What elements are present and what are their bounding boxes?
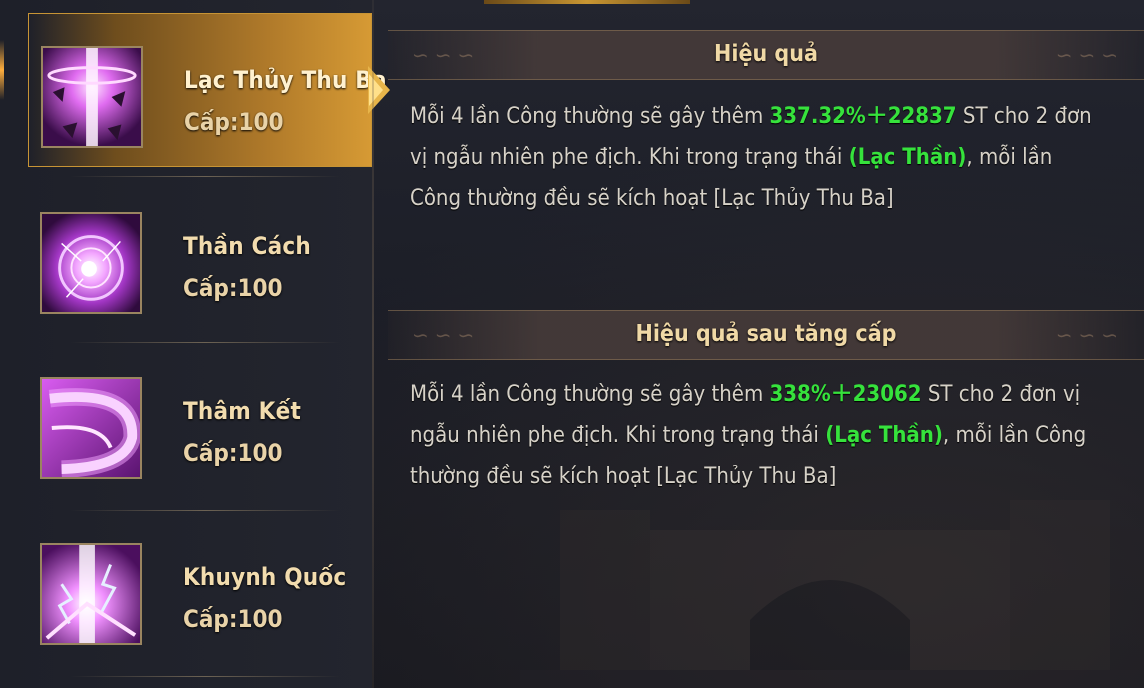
effect-description: Mỗi 4 lần Công thường sẽ gây thêm 337.32… — [410, 96, 1100, 219]
skill-list: Lạc Thủy Thu Ba Cấp:100 Thần Cách Cấp:10… — [0, 0, 387, 688]
lightning-burst-skill-icon — [40, 543, 142, 645]
effect-header: ∽∽∽ Hiệu quả ∽∽∽ — [388, 30, 1144, 80]
skill-name: Lạc Thủy Thu Ba — [184, 66, 387, 94]
effect-value: 337.32%＋22837 — [769, 104, 957, 129]
divider — [70, 176, 340, 177]
skill-item-tham-ket[interactable]: Thâm Kết Cấp:100 — [28, 345, 370, 497]
skill-level: Cấp:100 — [184, 108, 284, 136]
cloud-ornament-icon: ∽∽∽ — [1055, 323, 1124, 347]
upgrade-effect-header: ∽∽∽ Hiệu quả sau tăng cấp ∽∽∽ — [388, 310, 1144, 360]
divider — [70, 676, 340, 677]
skill-level: Cấp:100 — [183, 605, 283, 633]
top-ornament — [484, 0, 690, 4]
crescent-slash-skill-icon — [40, 377, 142, 479]
water-wave-skill-icon — [41, 46, 143, 148]
effect-text: Mỗi 4 lần Công thường sẽ gây thêm — [410, 104, 770, 129]
skill-item-than-cach[interactable]: Thần Cách Cấp:100 — [28, 180, 370, 332]
effect-text: Mỗi 4 lần Công thường sẽ gây thêm — [410, 382, 770, 407]
effect-state: (Lạc Thần) — [825, 423, 943, 448]
skill-name: Thần Cách — [183, 232, 311, 260]
castle-background-art — [520, 500, 1140, 688]
orb-sphere-skill-icon — [40, 212, 142, 314]
upgrade-effect-description: Mỗi 4 lần Công thường sẽ gây thêm 338%＋2… — [410, 374, 1100, 497]
left-glow-edge — [0, 40, 4, 100]
divider — [70, 342, 340, 343]
skill-item-khuynh-quoc[interactable]: Khuynh Quốc Cấp:100 — [28, 511, 370, 663]
skill-panel: Lạc Thủy Thu Ba Cấp:100 Thần Cách Cấp:10… — [0, 0, 1144, 688]
skill-level: Cấp:100 — [183, 439, 283, 467]
effect-value: 338%＋23062 — [769, 382, 922, 407]
effect-state: (Lạc Thần) — [848, 145, 967, 170]
panel-separator — [372, 0, 374, 688]
skill-name: Khuynh Quốc — [183, 563, 347, 591]
skill-item-lac-thuy-thu-ba[interactable]: Lạc Thủy Thu Ba Cấp:100 — [28, 13, 387, 167]
cloud-ornament-icon: ∽∽∽ — [1055, 43, 1124, 67]
skill-name: Thâm Kết — [183, 397, 301, 425]
skill-level: Cấp:100 — [183, 274, 283, 302]
